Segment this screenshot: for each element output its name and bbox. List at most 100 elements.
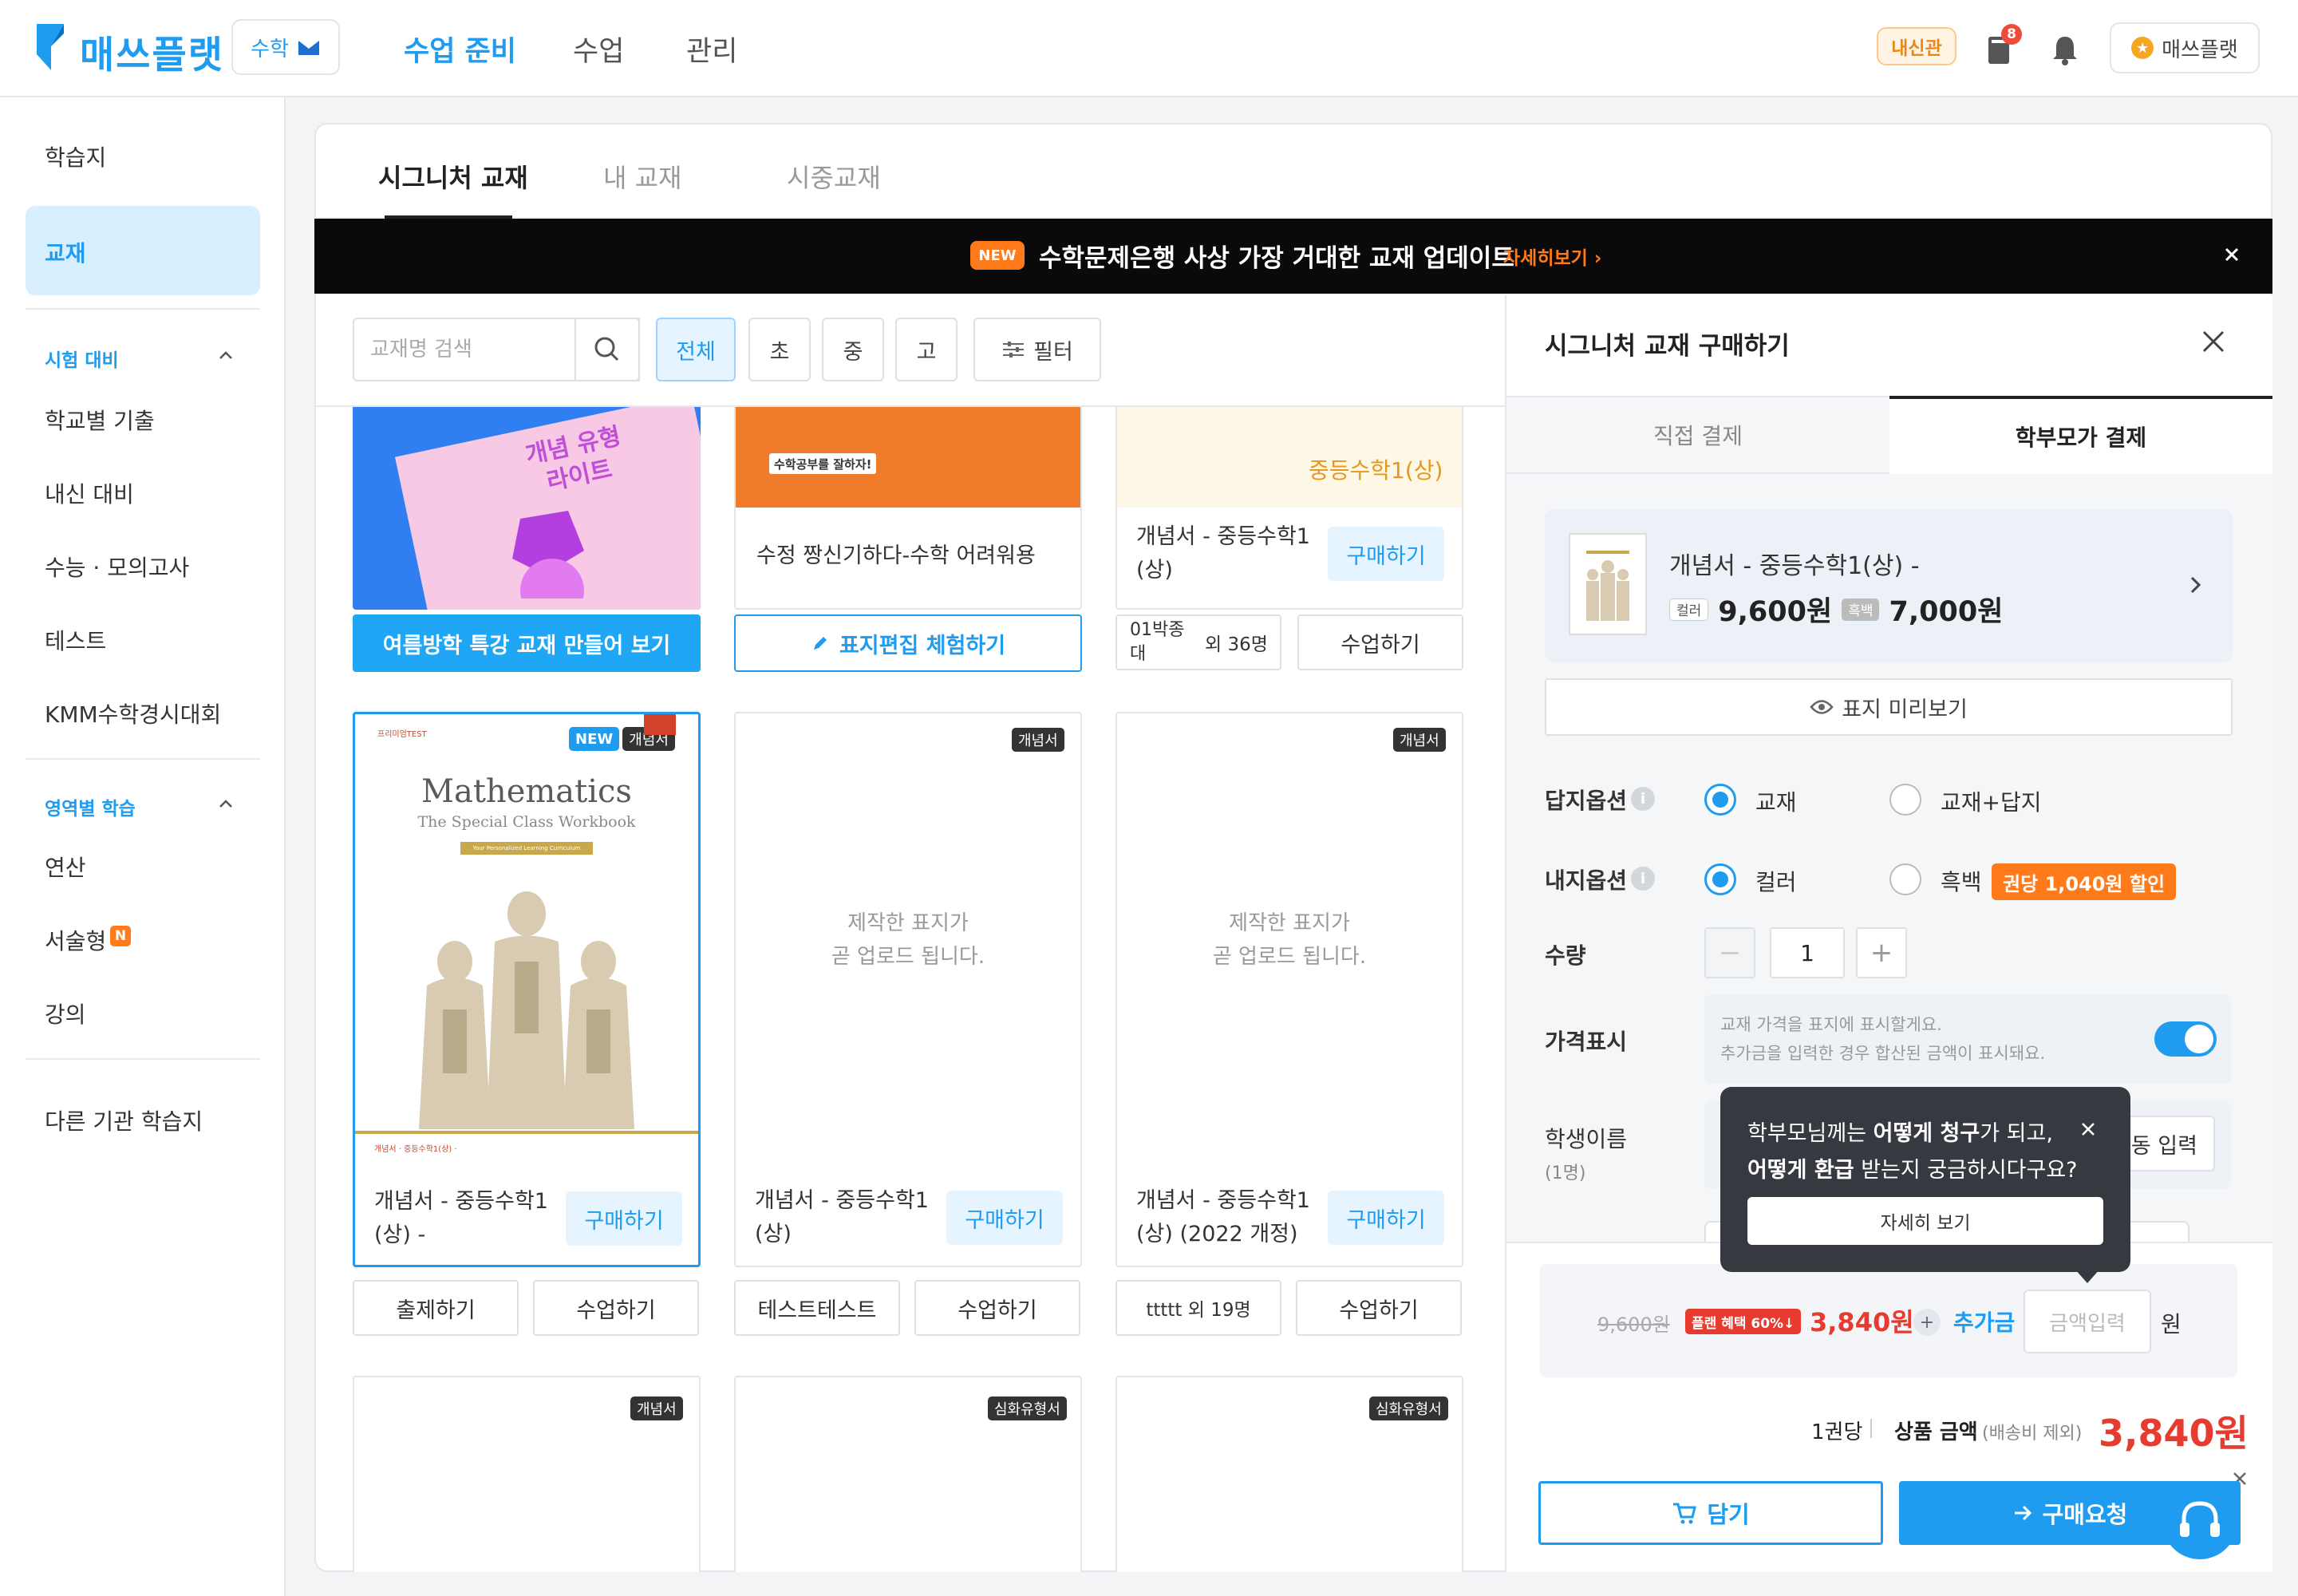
plus-icon: +: [1913, 1309, 1941, 1336]
sidebar-item-essay[interactable]: 서술형: [45, 924, 106, 956]
class-button[interactable]: 수업하기: [533, 1280, 699, 1336]
radio-textbook-label: 교재: [1755, 789, 1797, 816]
tab-direct-pay[interactable]: 직접 결제: [1506, 396, 1889, 474]
info-icon[interactable]: i: [1631, 787, 1655, 811]
amount-input[interactable]: 금액입력: [2024, 1290, 2151, 1353]
user-menu-button[interactable]: ★ 매쓰플랫: [2110, 22, 2260, 73]
tab-market-textbook[interactable]: 시중교재: [787, 158, 881, 195]
textbook-title: 개념서 - 중등수학1 (상): [1136, 524, 1310, 583]
buy-button[interactable]: 구매하기: [566, 1191, 682, 1246]
textbook-card[interactable]: 심화유형서: [734, 1376, 1082, 1572]
chevron-up-icon[interactable]: [217, 795, 235, 812]
filter-elementary[interactable]: 초: [748, 318, 811, 381]
textbook-title: 개념서 - 중등수학1 (상) -: [374, 1189, 548, 1247]
cover-placeholder: 제작한 표지가 곧 업로드 됩니다.: [1212, 911, 1367, 969]
cover-subtitle: The Special Class Workbook: [417, 813, 636, 831]
price-display-toggle[interactable]: [2154, 1021, 2217, 1057]
buy-button[interactable]: 구매하기: [1328, 527, 1444, 581]
close-icon[interactable]: [2220, 243, 2244, 267]
sidebar-item-arithmetic[interactable]: 연산: [45, 851, 86, 883]
close-icon[interactable]: [2079, 1120, 2097, 1138]
plan-discount-badge: 플랜 혜택 60%↓: [1685, 1309, 1802, 1334]
filter-all[interactable]: 전체: [656, 318, 736, 381]
textbook-card[interactable]: 프리미엄TEST Mathematics The Special Class W…: [353, 712, 701, 1267]
answer-option-label: 답지옵션: [1545, 788, 1628, 814]
cover-edit-button[interactable]: 표지편집 체험하기: [734, 614, 1082, 672]
logo-text[interactable]: 매쓰플랫: [80, 24, 224, 79]
sidebar-item-test[interactable]: 테스트: [45, 624, 106, 656]
cover-preview-button[interactable]: 표지 미리보기: [1545, 678, 2233, 736]
textbook-card[interactable]: 개념서: [353, 1376, 701, 1572]
sidebar-item-suneung[interactable]: 수능 · 모의고사: [45, 551, 189, 583]
sidebar-item-naesin[interactable]: 내신 대비: [45, 477, 134, 509]
radio-textbook[interactable]: [1704, 784, 1736, 816]
nav-class[interactable]: 수업: [573, 29, 624, 69]
quantity-input[interactable]: 1: [1770, 927, 1845, 978]
buy-button[interactable]: 구매하기: [946, 1191, 1063, 1245]
banner-more-link[interactable]: 자세히보기 ›: [1503, 243, 1601, 270]
radio-bw-label: 흑백: [1941, 869, 1982, 895]
nav-manage[interactable]: 관리: [686, 29, 737, 69]
assignee-button[interactable]: 01박종대 외 36명: [1115, 614, 1281, 670]
textbook-card[interactable]: 개념서 제작한 표지가 곧 업로드 됩니다. 개념서 - 중등수학1 (상) (…: [1115, 712, 1463, 1267]
sidebar-item-worksheets[interactable]: 학습지: [45, 140, 106, 172]
type-tag: 개념서: [1012, 728, 1064, 752]
textbook-card[interactable]: 심화유형서: [1115, 1376, 1463, 1572]
nav-prep[interactable]: 수업 준비: [404, 29, 516, 69]
bell-icon[interactable]: [2049, 32, 2081, 67]
user-label: 매쓰플랫: [2162, 38, 2238, 62]
product-summary[interactable]: [1545, 509, 2233, 662]
sidebar-item-other-org[interactable]: 다른 기관 학습지: [45, 1104, 203, 1136]
quantity-decrease-button[interactable]: −: [1704, 927, 1755, 978]
textbook-card[interactable]: 중등수학1(상) 개념서 - 중등수학1 (상) 구매하기: [1115, 407, 1463, 610]
subject-selector[interactable]: 수학: [231, 19, 340, 75]
quantity-increase-button[interactable]: +: [1856, 927, 1907, 978]
price-note-2: 추가금을 입력한 경우 합산된 금액이 표시돼요.: [1720, 1044, 2046, 1063]
radio-bw[interactable]: [1889, 863, 1921, 895]
class-button[interactable]: 수업하기: [1297, 614, 1463, 670]
radio-textbook-answer[interactable]: [1889, 784, 1921, 816]
textbook-card[interactable]: 수학공부를 잘하자! 수정 짱신기하다-수학 어려워용: [734, 407, 1082, 610]
create-exam-button[interactable]: 출제하기: [353, 1280, 519, 1336]
tooltip-more-button[interactable]: 자세히 보기: [1747, 1197, 2103, 1245]
chevron-right-icon[interactable]: [2186, 573, 2205, 597]
close-icon[interactable]: [2199, 327, 2228, 356]
support-chat-button[interactable]: [2162, 1484, 2237, 1559]
radio-textbook-answer-label: 교재+답지: [1941, 789, 2042, 816]
sidebar-section-area[interactable]: 영역별 학습: [45, 793, 136, 820]
sidebar-item-school-exams[interactable]: 학교별 기출: [45, 404, 155, 436]
buy-button[interactable]: 구매하기: [1328, 1191, 1444, 1245]
sidebar-item-kmm[interactable]: KMM수학경시대회: [45, 697, 221, 729]
search-button[interactable]: [574, 318, 640, 381]
filter-high[interactable]: 고: [895, 318, 958, 381]
filter-button[interactable]: 필터: [973, 318, 1101, 381]
info-icon[interactable]: i: [1631, 867, 1655, 891]
textbook-cover[interactable]: 개념 유형 라이트: [353, 407, 701, 610]
cover-title: Mathematics: [421, 773, 632, 810]
assignee-button[interactable]: 테스트테스트: [734, 1280, 900, 1336]
sidebar-section-exam[interactable]: 시험 대비: [45, 345, 119, 372]
summer-special-button[interactable]: 여름방학 특강 교재 만들어 보기: [353, 614, 701, 672]
tab-parent-pay[interactable]: 학부모가 결제: [1889, 396, 2272, 474]
sidebar-divider: [26, 1058, 260, 1060]
color-price: 9,600원: [1718, 596, 1833, 628]
tab-signature[interactable]: 시그니처 교재: [378, 158, 528, 195]
sidebar-item-lecture[interactable]: 강의: [45, 998, 86, 1029]
chevron-up-icon[interactable]: [217, 346, 235, 364]
org-badge[interactable]: 내신관: [1877, 27, 1956, 65]
quantity-label: 수량: [1545, 942, 1586, 969]
student-name-label: 학생이름: [1545, 1126, 1628, 1152]
student-count: (1명): [1545, 1163, 1586, 1183]
add-to-cart-button[interactable]: 담기: [1538, 1481, 1883, 1545]
tab-my-textbook[interactable]: 내 교재: [603, 158, 682, 195]
assignee-button[interactable]: ttttt 외 19명: [1115, 1280, 1281, 1336]
statue-thumbnail-icon: [1586, 551, 1629, 621]
class-button[interactable]: 수업하기: [1296, 1280, 1462, 1336]
class-button[interactable]: 수업하기: [914, 1280, 1080, 1336]
textbook-card[interactable]: 개념서 제작한 표지가 곧 업로드 됩니다. 개념서 - 중등수학1 (상) 구…: [734, 712, 1082, 1267]
textbook-title: 개념서 - 중등수학1 (상) (2022 개정): [1136, 1188, 1310, 1246]
radio-color[interactable]: [1704, 863, 1736, 895]
price-display-label: 가격표시: [1545, 1029, 1628, 1055]
filter-middle[interactable]: 중: [822, 318, 884, 381]
per-book-label: 1권당: [1811, 1420, 1863, 1444]
